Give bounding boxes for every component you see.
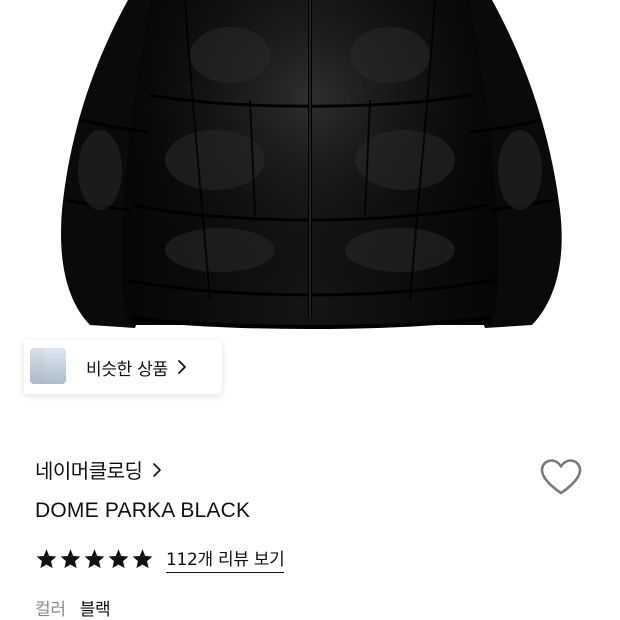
product-title: DOME PARKA BLACK [35,499,251,522]
chevron-right-icon [153,462,162,477]
star-icon [60,549,81,569]
chevron-right-icon [177,360,186,374]
color-label: 컬러 [35,600,66,620]
similar-thumbnail [44,348,66,384]
star-icon [132,549,153,569]
review-link[interactable]: 112개 리뷰 보기 [166,545,285,573]
product-image[interactable] [0,0,620,340]
similar-products-label: 비슷한 상품 [86,359,168,380]
color-row: 컬러 블랙 [35,595,111,620]
similar-products-button[interactable]: 비슷한 상품 [24,340,222,394]
star-icon [108,549,129,569]
color-value: 블랙 [79,600,111,620]
brand-name: 네이머클로딩 [35,459,143,483]
rating-stars [35,548,154,570]
rating-row: 112개 리뷰 보기 [35,545,285,573]
similar-thumbnails [30,340,70,394]
star-icon [84,549,105,569]
puffer-jacket-image [61,0,562,329]
brand-link[interactable]: 네이머클로딩 [35,455,162,484]
heart-outline-icon[interactable] [539,458,583,496]
star-icon [36,549,57,569]
